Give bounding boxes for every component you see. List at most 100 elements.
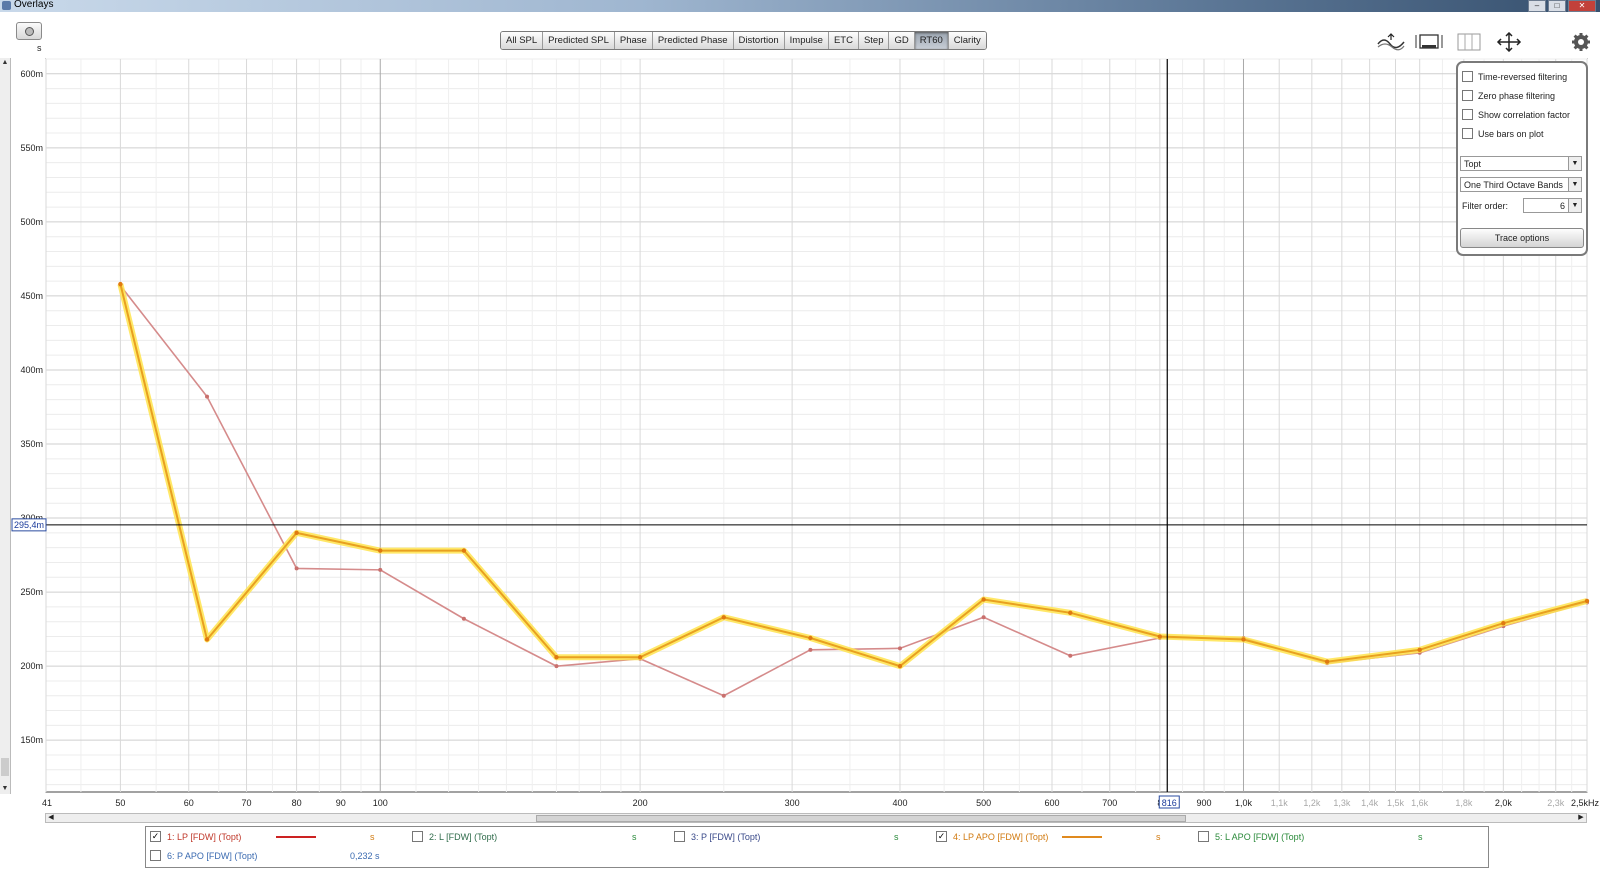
legend-item[interactable]: ✓ 1: LP [FDW] (Topt) xyxy=(150,831,241,842)
x-tick-label: 50 xyxy=(115,798,125,808)
legend-value: 0,232 s xyxy=(350,851,380,861)
legend-checkbox[interactable] xyxy=(674,831,685,842)
rt-metric-select[interactable]: Topt ▼ xyxy=(1460,156,1582,171)
data-point-series-4 xyxy=(721,615,726,620)
data-point-series-4 xyxy=(204,637,210,642)
x-tick-label: 1,8k xyxy=(1455,798,1473,808)
x-tick-label: 700 xyxy=(1102,798,1117,808)
chevron-down-icon[interactable]: ▼ xyxy=(1568,157,1581,170)
filter-order-input[interactable]: 6 ▼ xyxy=(1523,198,1582,213)
chevron-down-icon[interactable]: ▼ xyxy=(1568,199,1581,212)
chevron-down-icon[interactable]: ▼ xyxy=(1568,178,1581,191)
data-point-series-1 xyxy=(205,394,210,399)
data-point-series-4 xyxy=(461,548,467,553)
data-point-series-4 xyxy=(1324,659,1330,664)
legend-checkbox[interactable] xyxy=(150,850,161,861)
data-point-series-4 xyxy=(637,655,643,660)
x-tick-label: 1,5k xyxy=(1387,798,1405,808)
x-tick-label: 2,0k xyxy=(1495,798,1513,808)
legend-item[interactable]: ✓ 4: LP APO [FDW] (Topt) xyxy=(936,831,1048,842)
data-point-series-4 xyxy=(294,530,299,536)
data-point-series-1 xyxy=(721,693,726,698)
legend-label: 3: P [FDW] (Topt) xyxy=(691,831,761,842)
legend-item[interactable]: 6: P APO [FDW] (Topt) xyxy=(150,850,257,861)
legend-item[interactable]: 5: L APO [FDW] (Topt) xyxy=(1198,831,1304,842)
legend-swatch xyxy=(1062,836,1102,838)
cursor-y-readout: 295,4m xyxy=(14,520,44,530)
legend-unit: s xyxy=(1418,832,1423,842)
data-point-series-4 xyxy=(981,597,986,602)
option-bars[interactable]: Use bars on plot xyxy=(1462,128,1544,139)
filter-order-label: Filter order: xyxy=(1462,201,1509,211)
bands-select[interactable]: One Third Octave Bands ▼ xyxy=(1460,177,1582,192)
x-tick-label: 200 xyxy=(633,798,648,808)
x-tick-label: 80 xyxy=(292,798,302,808)
x-tick-label: 1,3k xyxy=(1333,798,1351,808)
legend-checkbox[interactable]: ✓ xyxy=(150,831,161,842)
x-tick-label: 1,1k xyxy=(1271,798,1289,808)
legend-label: 6: P APO [FDW] (Topt) xyxy=(167,850,258,861)
data-point-series-4 xyxy=(897,663,903,669)
option-label: Time-reversed filtering xyxy=(1478,71,1568,82)
x-tick-label: 300 xyxy=(785,798,800,808)
option-zero-phase[interactable]: Zero phase filtering xyxy=(1462,90,1555,101)
rt60-chart[interactable]: 150m200m250m300m350m400m450m500m550m600m… xyxy=(0,0,1600,812)
legend-unit: s xyxy=(370,832,375,842)
legend-checkbox[interactable]: ✓ xyxy=(936,831,947,842)
legend-unit: s xyxy=(632,832,637,842)
legend-label: 2: L [FDW] (Topt) xyxy=(429,831,498,842)
option-label: Use bars on plot xyxy=(1478,128,1544,139)
option-time-reversed[interactable]: Time-reversed filtering xyxy=(1462,71,1567,82)
legend-label: 4: LP APO [FDW] (Topt) xyxy=(953,831,1049,842)
data-point-series-4 xyxy=(1068,610,1073,616)
legend-item[interactable]: 3: P [FDW] (Topt) xyxy=(674,831,760,842)
x-tick-label: 1,0k xyxy=(1235,798,1253,808)
y-tick-label: 200m xyxy=(20,661,43,671)
x-tick-label: 1,6k xyxy=(1411,798,1429,808)
x-tick-label: 1,2k xyxy=(1303,798,1321,808)
option-correlation[interactable]: Show correlation factor xyxy=(1462,109,1570,120)
legend-checkbox[interactable] xyxy=(1198,831,1209,842)
legend-unit: s xyxy=(1156,832,1161,842)
legend-checkbox[interactable] xyxy=(412,831,423,842)
legend-panel: ✓ 1: LP [FDW] (Topt) s 2: L [FDW] (Topt) s 3:… xyxy=(145,826,1489,868)
checkbox[interactable] xyxy=(1462,128,1473,139)
horizontal-scroll-thumb[interactable] xyxy=(536,815,1186,822)
x-tick-label: 60 xyxy=(184,798,194,808)
option-label: Zero phase filtering xyxy=(1478,90,1556,101)
legend-label: 5: L APO [FDW] (Topt) xyxy=(1215,831,1305,842)
x-tick-label: 600 xyxy=(1044,798,1059,808)
data-point-series-4 xyxy=(554,655,559,660)
data-point-series-4 xyxy=(808,635,813,641)
data-point-series-1 xyxy=(808,647,813,652)
data-point-series-4 xyxy=(1157,634,1163,639)
y-tick-label: 550m xyxy=(20,143,43,153)
checkbox[interactable] xyxy=(1462,109,1473,120)
x-tick-label: 400 xyxy=(892,798,907,808)
trace-options-button[interactable]: Trace options xyxy=(1460,228,1584,248)
y-tick-label: 150m xyxy=(20,735,43,745)
x-tick-label: 41 xyxy=(42,798,52,808)
data-point-series-4 xyxy=(378,548,383,553)
checkbox[interactable] xyxy=(1462,71,1473,82)
scroll-left-icon[interactable]: ◀ xyxy=(46,814,56,822)
legend-swatch xyxy=(276,836,316,838)
legend-item[interactable]: 2: L [FDW] (Topt) xyxy=(412,831,497,842)
checkbox[interactable] xyxy=(1462,90,1473,101)
x-tick-label: 500 xyxy=(976,798,991,808)
data-point-series-1 xyxy=(554,664,559,669)
plot-area xyxy=(45,58,1588,793)
legend-label: 1: LP [FDW] (Topt) xyxy=(167,831,242,842)
data-point-series-1 xyxy=(461,616,466,621)
data-point-series-1 xyxy=(378,567,383,572)
data-point-series-1 xyxy=(981,615,986,620)
y-tick-label: 400m xyxy=(20,365,43,375)
horizontal-scrollbar[interactable]: ◀ ▶ xyxy=(45,813,1587,823)
data-point-series-1 xyxy=(1068,653,1073,658)
x-tick-label: 70 xyxy=(242,798,252,808)
data-point-series-4 xyxy=(1417,647,1422,653)
y-tick-label: 450m xyxy=(20,291,43,301)
x-tick-label: 1,4k xyxy=(1361,798,1379,808)
scroll-right-icon[interactable]: ▶ xyxy=(1576,814,1586,822)
y-tick-label: 600m xyxy=(20,69,43,79)
